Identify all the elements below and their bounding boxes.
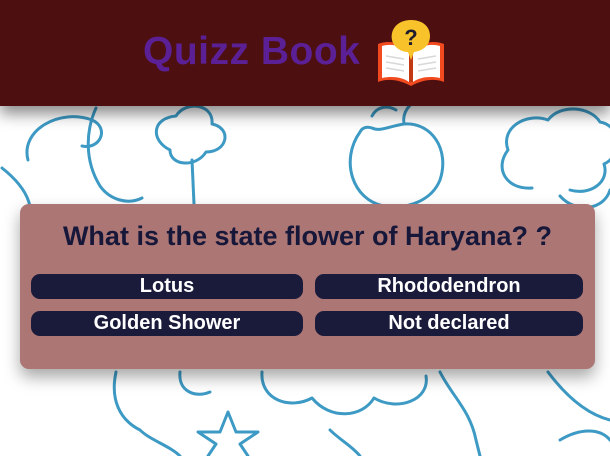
- question-card: What is the state flower of Haryana? ? L…: [20, 204, 595, 369]
- answer-button-2[interactable]: Rhododendron: [315, 274, 583, 299]
- answer-button-1[interactable]: Lotus: [31, 274, 303, 299]
- book-question-icon: ?: [378, 20, 444, 86]
- answer-button-4[interactable]: Not declared: [315, 311, 583, 336]
- svg-text:?: ?: [404, 25, 417, 50]
- question-text: What is the state flower of Haryana? ?: [62, 221, 553, 251]
- answer-button-3[interactable]: Golden Shower: [31, 311, 303, 336]
- app-title: Quizz Book: [143, 30, 361, 73]
- app-header: Quizz Book ?: [0, 0, 610, 106]
- quiz-page: Quizz Book ? What is the state flower of…: [0, 0, 610, 456]
